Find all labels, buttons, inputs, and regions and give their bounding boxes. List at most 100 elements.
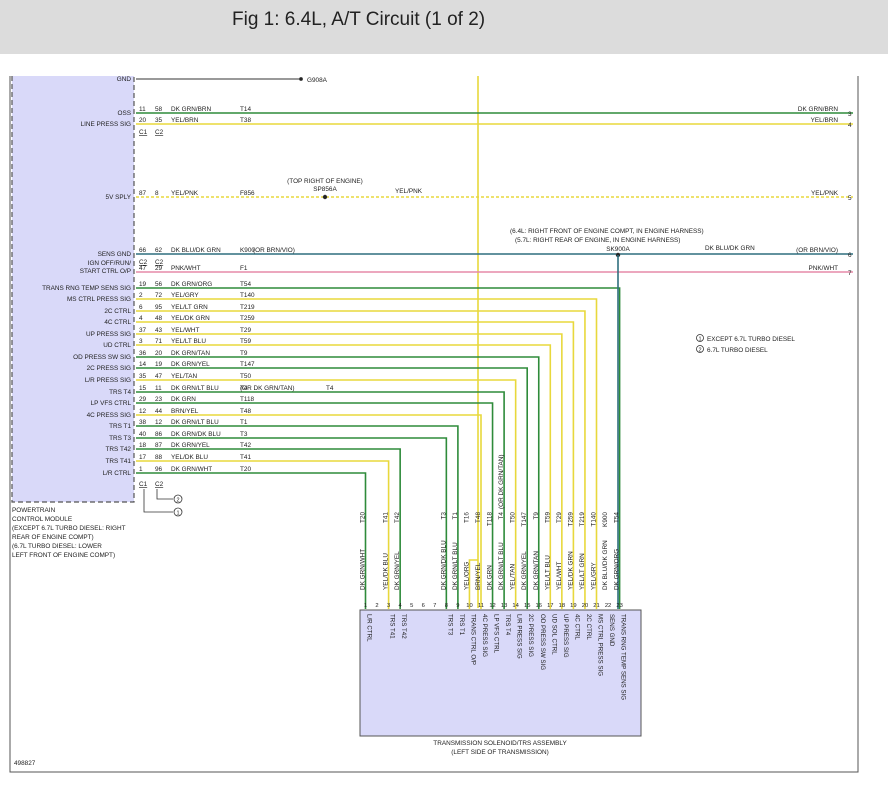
splice-label: SK900A — [606, 246, 630, 253]
pcm-pin-c1: 37 — [139, 327, 147, 334]
pcm-pin-c1: 47 — [139, 265, 147, 272]
gnd-splice-dot — [299, 77, 303, 81]
pcm-pin-c1: 35 — [139, 373, 147, 380]
pcm-note: POWERTRAIN CONTROL MODULE (EXCEPT 6.7L TUR… — [12, 507, 126, 559]
tsa-pin-number: 8 — [445, 603, 448, 609]
circuit-label: T118 — [240, 396, 255, 403]
pcm-pin-c1: 40 — [139, 431, 147, 438]
tsa-pin-name: OD PRESS SW SIG — [539, 614, 546, 670]
connector-pin: 6 — [848, 252, 852, 259]
tsa-pin-number: 20 — [582, 603, 588, 609]
pcm-pin-c1: 4 — [139, 315, 143, 322]
pcm-pin-label: 2C CTRL — [104, 308, 131, 315]
pcm-pin-c1: 12 — [139, 408, 147, 415]
wire-color-label: DK GRN/LT BLU — [171, 385, 219, 392]
tsa-pin-number: 14 — [512, 603, 519, 609]
drop-color-label: DK GRN/ORG — [614, 549, 621, 590]
wire-color-label: YEL/BRN — [171, 117, 199, 124]
pcm-pin-c1: 15 — [139, 385, 147, 392]
wire-color-label: PNK/WHT — [171, 265, 201, 272]
tsa-pin-number: 1 — [364, 603, 367, 609]
wire-alt-color-label: (OR DK GRN/TAN) — [240, 385, 295, 392]
tsa-pin-number: 3 — [387, 603, 390, 609]
tsa-pin-name: MS CTRL PRESS SIG — [597, 614, 604, 676]
wire-color-label: YEL/TAN — [171, 373, 198, 380]
circuit-label: F1 — [240, 265, 248, 272]
wire-color-label: YEL/PNK — [811, 190, 839, 197]
drop-color-label: DK BLU/DK GRN — [602, 540, 609, 590]
tsa-pin-name: 2C PRESS SIG — [527, 614, 534, 657]
drop-color-label: DK GRN — [487, 565, 494, 590]
leader-1 — [143, 489, 173, 513]
wire-color-label: DK GRN — [171, 396, 196, 403]
drop-circuit-label: T50 — [510, 512, 517, 523]
pcm-pin-c1: 17 — [139, 454, 147, 461]
circuit-label: T147 — [240, 361, 255, 368]
tsa-pin-name: 4C PRESS SIG — [481, 614, 488, 657]
wire-color-label: DK GRN/YEL — [171, 361, 210, 368]
pcm-pin-label: TRS T3 — [109, 435, 131, 442]
drop-color-label: YEL/DK BLU — [383, 553, 390, 590]
pcm-pin-c2: 95 — [155, 304, 163, 311]
wire-color-label: DK GRN/YEL — [171, 442, 210, 449]
connector-pin: 3 — [848, 111, 852, 118]
connector-pin: 7 — [848, 270, 852, 277]
pcm-pin-c2: 88 — [155, 454, 163, 461]
tsa-pin-number: 19 — [570, 603, 576, 609]
pcm-pin-c2: 8 — [155, 190, 159, 197]
pcm-pin-label: IGN OFF/RUN/ — [88, 260, 132, 267]
pcm-pin-label: LINE PRESS SIG — [81, 121, 131, 128]
circuit-label: T59 — [240, 338, 251, 345]
wire-color-label: DK BLU/DK GRN — [171, 247, 221, 254]
pcm-pin-c2: 62 — [155, 247, 163, 254]
wire-color-label: DK GRN/ORG — [171, 281, 212, 288]
pcm-pin-label: UP PRESS SIG — [86, 331, 131, 338]
circuit-label: T14 — [240, 106, 251, 113]
pcm-note-line: (6.7L TURBO DIESEL: LOWER — [12, 543, 102, 550]
drop-color-label: DK GRN/LT BLU — [498, 542, 505, 590]
pcm-pin-c2: 23 — [155, 396, 163, 403]
wire-color-label: DK GRN/TAN — [171, 350, 210, 357]
circuit-label: T3 — [240, 431, 248, 438]
pcm-pin-c2: 86 — [155, 431, 163, 438]
drop-circuit-label: T4 — [498, 512, 505, 520]
splice-location: (TOP RIGHT OF ENGINE) — [287, 178, 363, 185]
circuit-label: T9 — [240, 350, 248, 357]
circuit-label: T259 — [240, 315, 255, 322]
pcm-pin-c2: 43 — [155, 327, 163, 334]
pcm-pin-c2: 87 — [155, 442, 163, 449]
tsa-pin-number: 2 — [375, 603, 378, 609]
pcm-pin-label: L/R CTRL — [103, 470, 132, 477]
wire-color-label: DK GRN/DK BLU — [171, 431, 221, 438]
pcm-note-line: (EXCEPT 6.7L TURBO DIESEL: RIGHT — [12, 525, 126, 532]
tsa-pin-name: L/R PRESS SIG — [516, 614, 523, 659]
pcm-pin-c2: 71 — [155, 338, 163, 345]
leader-2 — [156, 489, 173, 500]
pcm-pin-c1: 20 — [139, 117, 147, 124]
wire-color-label: DK GRN/LT BLU — [171, 419, 219, 426]
tsa-pin-name: TRS T1 — [458, 614, 465, 636]
pcm-pin-c1: 66 — [139, 247, 147, 254]
conn-c1: C1 — [139, 129, 148, 136]
pcm-pin-c2: 72 — [155, 292, 163, 299]
tsa-pin-number: 15 — [524, 603, 530, 609]
gnd-splice-label: G908A — [307, 77, 328, 84]
tsa-pin-name: TRANS CTRL O/P — [469, 614, 476, 665]
pcm-pin-label: START CTRL O/P — [80, 268, 131, 275]
pcm-pin-c1: 14 — [139, 361, 147, 368]
drop-color-label: YEL/WHT — [556, 561, 563, 590]
wire-color-label: (OR BRN/VIO) — [796, 247, 838, 254]
tsa-pin-name: 4C CTRL — [573, 614, 580, 640]
pcm-pin-label: TRS T1 — [109, 423, 131, 430]
tsa-pin-name: UD SOL CTRL — [550, 614, 557, 655]
pcm-pin-label: TRANS RNG TEMP SENS SIG — [42, 285, 131, 292]
tsa-pin-number: 6 — [422, 603, 425, 609]
wire-color-label: DK GRN/BRN — [171, 106, 212, 113]
drop-color-label: YEL/ORG — [463, 562, 470, 590]
tsa-pin-name: SENS GND — [608, 614, 615, 647]
drop-circuit-label: T20 — [360, 512, 367, 523]
circuit-label: T42 — [240, 442, 251, 449]
tsa-pin-name: TRS T3 — [446, 614, 453, 636]
pcm-pin-label: OSS — [118, 110, 132, 117]
wiring-diagram: POWERTRAIN CONTROL MODULE (EXCEPT 6.7L TUR… — [9, 76, 859, 773]
